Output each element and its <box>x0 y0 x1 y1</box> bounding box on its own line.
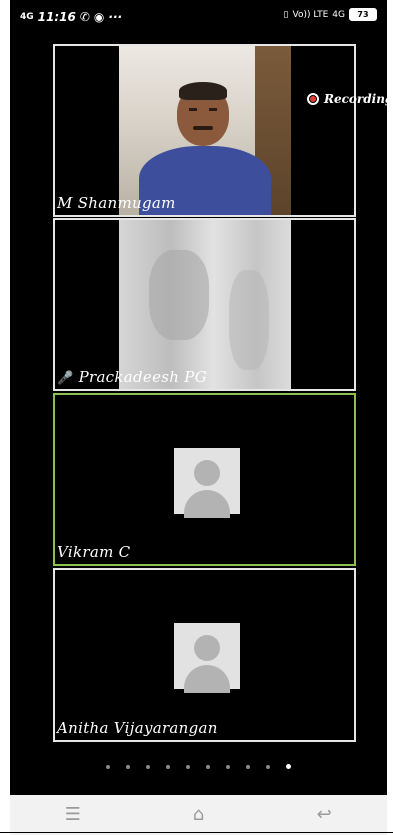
page-dot[interactable] <box>226 765 230 769</box>
participant-name: Prackadeesh PG <box>78 368 207 386</box>
signal-icon: 4G <box>20 12 34 22</box>
battery-icon: 73 <box>349 8 377 21</box>
page-dot[interactable] <box>106 765 110 769</box>
participant-name: Vikram C <box>57 543 131 561</box>
participant-tile[interactable]: Anitha Vijayarangan <box>53 568 356 742</box>
participant-tile-active[interactable]: Vikram C <box>53 393 356 566</box>
page-dot-active[interactable] <box>286 764 291 769</box>
whatsapp-icon: ✆ <box>79 10 90 24</box>
page-dot[interactable] <box>126 765 130 769</box>
page-dot[interactable] <box>266 765 270 769</box>
recording-indicator: Recording <box>307 92 387 106</box>
notification-icon: ◉ <box>93 10 105 24</box>
participant-tile[interactable]: 🎤 Prackadeesh PG <box>53 218 356 391</box>
mic-muted-icon: 🎤 <box>57 371 74 386</box>
status-bar: 4G 11:16 ✆ ◉ ··· ▯ Vo)) LTE 4G 73 <box>10 0 387 38</box>
participant-video <box>119 46 291 215</box>
avatar-icon <box>174 623 240 693</box>
back-icon[interactable]: ↩ <box>310 805 338 825</box>
vibrate-icon: ▯ <box>283 9 289 20</box>
participant-video <box>119 220 291 389</box>
page-dot[interactable] <box>166 765 170 769</box>
system-nav-bar: ☰ ⌂ ↩ <box>10 795 387 835</box>
home-icon[interactable]: ⌂ <box>184 805 212 825</box>
menu-icon[interactable]: ☰ <box>59 805 87 825</box>
recording-label: Recording <box>324 92 387 106</box>
clock: 11:16 <box>37 10 76 24</box>
page-indicator[interactable] <box>10 764 387 769</box>
volte-label: Vo)) LTE <box>292 9 329 20</box>
record-icon <box>307 93 319 105</box>
page-dot[interactable] <box>246 765 250 769</box>
avatar-icon <box>174 448 240 518</box>
divider <box>0 832 393 833</box>
participant-tile[interactable]: M Shanmugam <box>53 44 356 217</box>
participant-name: M Shanmugam <box>57 194 176 212</box>
participant-name: Anitha Vijayarangan <box>57 719 218 737</box>
page-dot[interactable] <box>206 765 210 769</box>
page-dot[interactable] <box>146 765 150 769</box>
page-dot[interactable] <box>186 765 190 769</box>
phone-screen: 4G 11:16 ✆ ◉ ··· ▯ Vo)) LTE 4G 73 M Shan… <box>10 0 387 795</box>
network-label: 4G <box>332 9 345 20</box>
more-icon: ··· <box>108 10 123 24</box>
